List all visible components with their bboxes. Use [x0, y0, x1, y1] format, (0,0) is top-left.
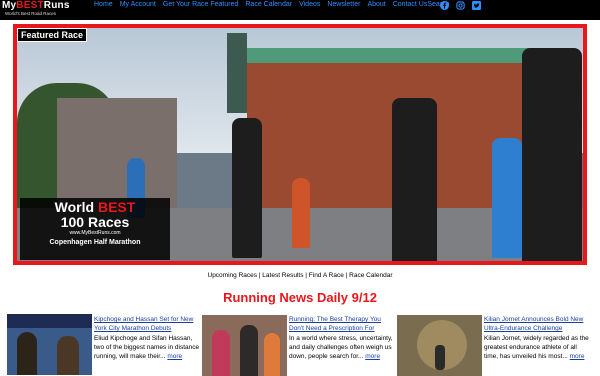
article-summary: Kilian Jornet, widely regarded as the gr…: [484, 334, 592, 361]
nav-my-account[interactable]: My Account: [120, 1, 156, 8]
article-summary: In a world where stress, uncertainty, an…: [289, 334, 393, 361]
social-links: [440, 1, 481, 10]
article-summary: Eliud Kipchoge and Sifan Hassan, two of …: [94, 334, 200, 361]
article-title[interactable]: Kilian Jornet Announces Bold New Ultra-E…: [484, 315, 592, 333]
badge-line1: World: [54, 199, 98, 215]
world-best-badge: World BEST 100 Races www.MyBestRuns.com …: [20, 198, 170, 260]
featured-race-banner[interactable]: Featured Race World BEST 100 Races www.M…: [13, 24, 587, 265]
quick-links[interactable]: Upcoming Races | Latest Results | Find A…: [0, 272, 600, 279]
logo-tagline: World's Best Road Races: [5, 11, 57, 16]
runner-figure: [292, 178, 310, 248]
runner-figure: [232, 118, 262, 258]
article-thumbnail[interactable]: [397, 315, 482, 376]
badge-line2: 100 Races: [60, 214, 130, 230]
nav-newsletter[interactable]: Newsletter: [327, 1, 360, 8]
main-nav: Home My Account Get Your Race Featured R…: [94, 1, 457, 8]
top-bar: MyBESTRuns World's Best Road Races Home …: [0, 0, 600, 20]
logo-part3: Runs: [43, 0, 70, 11]
hero-church: [57, 98, 177, 208]
badge-race-name: Copenhagen Half Marathon: [49, 239, 141, 246]
featured-race-tag: Featured Race: [17, 28, 88, 42]
article-title[interactable]: Running: The Best Therapy You Don't Need…: [289, 315, 393, 333]
runner-figure: [392, 98, 437, 261]
section-title: Running News Daily 9/12: [223, 290, 377, 305]
logo-part2: BEST: [16, 0, 44, 11]
nav-videos[interactable]: Videos: [299, 1, 320, 8]
more-link[interactable]: more: [167, 353, 182, 360]
runner-figure: [492, 138, 522, 258]
instagram-icon[interactable]: [456, 1, 465, 10]
nav-about[interactable]: About: [367, 1, 385, 8]
logo-part1: My: [2, 0, 17, 11]
badge-best: BEST: [97, 199, 136, 215]
runner-figure: [522, 48, 582, 261]
twitter-icon[interactable]: [472, 1, 481, 10]
hero-spire: [227, 33, 247, 113]
article-title[interactable]: Kipchoge and Hassan Set for New York Cit…: [94, 315, 200, 333]
article-body: Eliud Kipchoge and Sifan Hassan, two of …: [94, 335, 200, 360]
article-thumbnail[interactable]: [7, 314, 92, 375]
article-thumbnail[interactable]: [202, 315, 287, 376]
nav-race-calendar[interactable]: Race Calendar: [245, 1, 292, 8]
nav-contact[interactable]: Contact Us: [393, 1, 428, 8]
nav-get-featured[interactable]: Get Your Race Featured: [163, 1, 239, 8]
more-link[interactable]: more: [570, 353, 585, 360]
facebook-icon[interactable]: [440, 1, 449, 10]
nav-home[interactable]: Home: [94, 1, 113, 8]
site-logo[interactable]: MyBESTRuns World's Best Road Races: [2, 1, 70, 17]
more-link[interactable]: more: [365, 353, 380, 360]
badge-url: www.MyBestRuns.com: [69, 230, 121, 236]
